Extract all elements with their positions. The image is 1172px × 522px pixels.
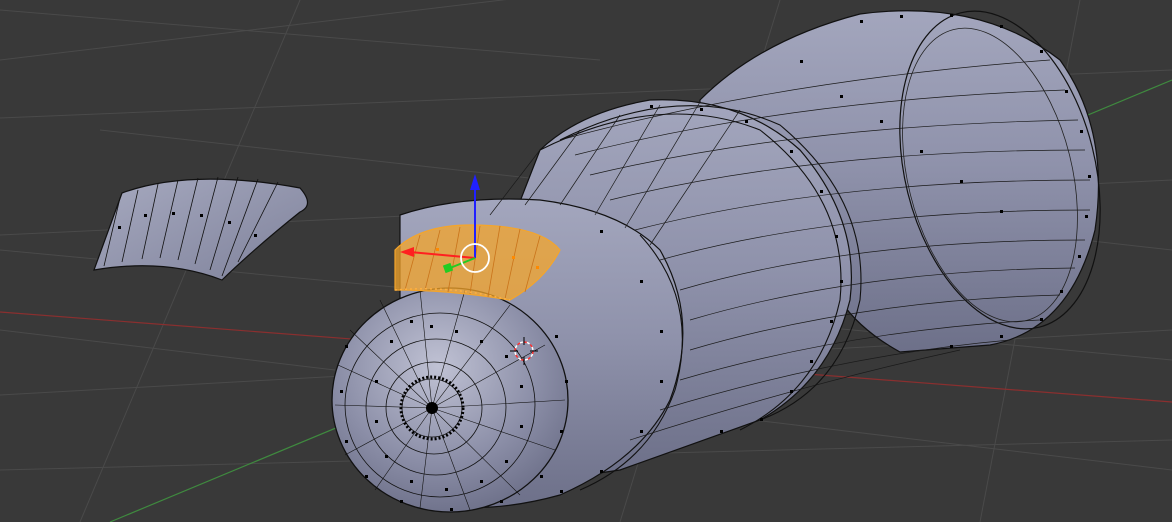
- capsule-mesh-object[interactable]: [331, 0, 1131, 513]
- detached-surface-patch[interactable]: [93, 176, 309, 281]
- front-cap[interactable]: [331, 287, 569, 513]
- gizmo-z-arrow[interactable]: [470, 174, 480, 190]
- 3d-viewport[interactable]: [0, 0, 1172, 522]
- viewport-canvas[interactable]: [0, 0, 1172, 522]
